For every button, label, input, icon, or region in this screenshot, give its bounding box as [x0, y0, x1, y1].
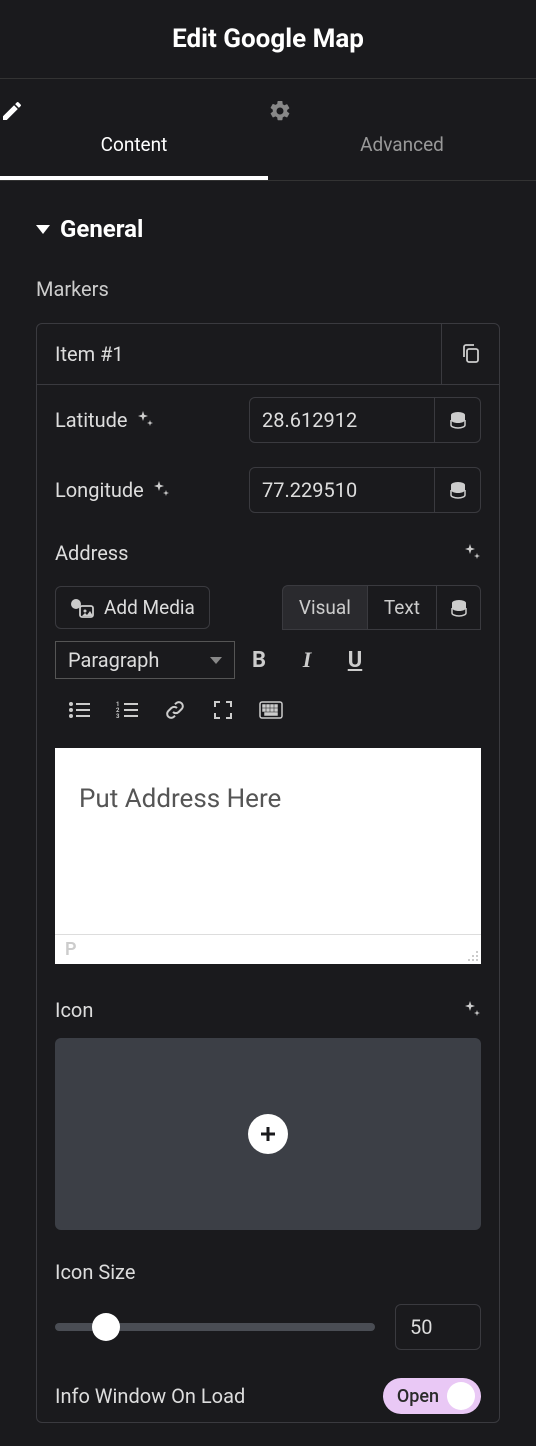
editor-toolbar-2: 123 — [37, 686, 499, 740]
editor-header: Add Media Visual Text — [37, 573, 499, 630]
editor-footer: P — [55, 934, 481, 964]
panel-title: Edit Google Map — [0, 24, 536, 54]
chevron-down-icon — [210, 657, 222, 664]
icon-header: Icon — [37, 982, 499, 1032]
info-window-row: Info Window On Load Open — [37, 1358, 499, 1422]
marker-item-header[interactable]: Item #1 — [37, 324, 499, 385]
tab-content[interactable]: Content — [0, 79, 268, 180]
icon-size-input[interactable] — [395, 1304, 481, 1350]
info-window-label: Info Window On Load — [55, 1384, 245, 1408]
keyboard-icon — [259, 701, 283, 719]
database-icon — [450, 599, 468, 617]
toolbar-toggle-button[interactable] — [247, 690, 295, 730]
resize-handle[interactable] — [465, 948, 479, 962]
icon-size-row: Icon Size — [37, 1248, 499, 1292]
icon-size-control — [37, 1292, 499, 1358]
expand-icon — [213, 700, 233, 720]
bold-button[interactable]: B — [235, 640, 283, 680]
longitude-input[interactable] — [249, 467, 435, 513]
list-ul-icon — [68, 701, 90, 719]
longitude-label: Longitude — [55, 478, 170, 502]
database-icon — [449, 481, 467, 499]
tab-advanced-label: Advanced — [360, 133, 444, 156]
underline-button[interactable]: U — [331, 640, 379, 680]
longitude-row: Longitude — [37, 455, 499, 525]
section-general-header[interactable]: General — [0, 181, 536, 261]
sparkle-icon[interactable] — [136, 411, 154, 429]
bullet-list-button[interactable] — [55, 690, 103, 730]
duplicate-button[interactable] — [441, 324, 499, 384]
latitude-input-group — [249, 397, 481, 443]
editor-tab-text[interactable]: Text — [368, 585, 437, 630]
toggle-knob — [447, 1382, 475, 1410]
svg-text:3: 3 — [116, 713, 120, 719]
media-icon — [70, 598, 94, 618]
editor-tab-visual[interactable]: Visual — [282, 585, 368, 630]
icon-size-slider[interactable] — [55, 1323, 375, 1331]
icon-label: Icon — [55, 998, 93, 1022]
address-editor[interactable]: Put Address Here — [55, 748, 481, 934]
icon-upload[interactable] — [55, 1038, 481, 1230]
address-header: Address — [37, 525, 499, 573]
slider-thumb[interactable] — [92, 1313, 120, 1341]
link-button[interactable] — [151, 690, 199, 730]
latitude-row: Latitude — [37, 385, 499, 455]
link-icon — [164, 699, 186, 721]
add-media-button[interactable]: Add Media — [55, 586, 210, 629]
editor-dynamic-button[interactable] — [437, 585, 481, 630]
chevron-down-icon — [36, 225, 50, 234]
longitude-dynamic-button[interactable] — [435, 467, 481, 513]
gear-icon — [268, 99, 536, 123]
sparkle-icon[interactable] — [152, 481, 170, 499]
number-list-button[interactable]: 123 — [103, 690, 151, 730]
list-ol-icon: 123 — [116, 701, 138, 719]
icon-size-label: Icon Size — [55, 1260, 135, 1284]
editor-mode-tabs: Visual Text — [282, 585, 481, 630]
address-label: Address — [55, 541, 128, 565]
info-window-toggle[interactable]: Open — [383, 1378, 481, 1414]
markers-label: Markers — [0, 261, 536, 313]
marker-item-title: Item #1 — [37, 324, 441, 384]
fullscreen-button[interactable] — [199, 690, 247, 730]
tab-advanced[interactable]: Advanced — [268, 79, 536, 180]
pencil-icon — [0, 99, 268, 123]
editor-toolbar-1: Paragraph B I U — [37, 630, 499, 686]
section-general-title: General — [60, 215, 143, 243]
latitude-input[interactable] — [249, 397, 435, 443]
marker-panel: Item #1 Latitude Longitude — [36, 323, 500, 1423]
latitude-dynamic-button[interactable] — [435, 397, 481, 443]
latitude-label: Latitude — [55, 408, 154, 432]
main-tabs: Content Advanced — [0, 79, 536, 181]
database-icon — [449, 411, 467, 429]
sparkle-icon[interactable] — [463, 544, 481, 562]
plus-icon — [248, 1114, 288, 1154]
sparkle-icon[interactable] — [463, 1001, 481, 1019]
format-select[interactable]: Paragraph — [55, 641, 235, 679]
longitude-input-group — [249, 467, 481, 513]
copy-icon — [461, 343, 481, 365]
editor-path[interactable]: P — [65, 939, 77, 960]
italic-button[interactable]: I — [283, 640, 331, 680]
tab-content-label: Content — [101, 133, 168, 156]
panel-header: Edit Google Map — [0, 0, 536, 79]
